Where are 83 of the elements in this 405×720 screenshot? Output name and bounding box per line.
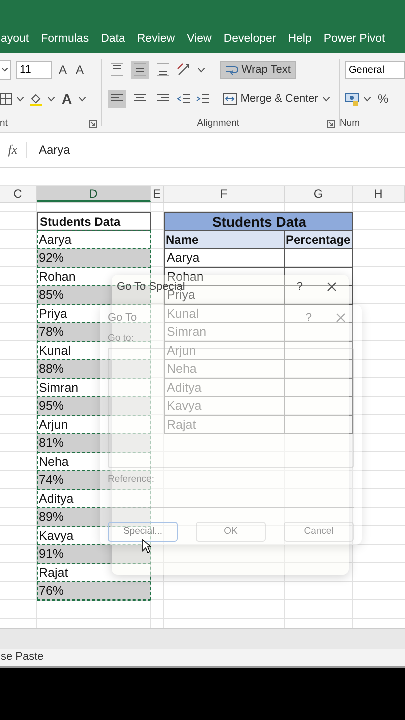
ribbon-tab[interactable]: Developer bbox=[224, 33, 276, 45]
table-cell bbox=[285, 342, 353, 360]
dialog-title: Go To bbox=[108, 312, 138, 324]
merge-cells-icon bbox=[222, 93, 237, 105]
insert-function-button[interactable]: fx bbox=[0, 142, 27, 158]
close-icon[interactable] bbox=[327, 282, 337, 292]
table-cell: Simran bbox=[164, 323, 285, 342]
increase-indent-icon[interactable] bbox=[196, 92, 210, 106]
decrease-font-button[interactable]: A bbox=[74, 63, 86, 77]
increase-font-button[interactable]: A bbox=[57, 63, 70, 77]
ribbon-tab[interactable]: Review bbox=[137, 33, 176, 45]
caret-icon[interactable] bbox=[198, 68, 205, 72]
ribbon-tab[interactable]: ayout bbox=[1, 33, 30, 45]
caret-icon bbox=[2, 68, 8, 72]
status-bar: se Paste bbox=[0, 649, 405, 668]
column-header[interactable]: D bbox=[37, 186, 151, 202]
wrap-text-button[interactable]: Wrap Text bbox=[220, 61, 296, 79]
caret-icon[interactable] bbox=[364, 96, 371, 102]
group-label: Num bbox=[340, 118, 360, 129]
field-label: Reference: bbox=[108, 474, 154, 485]
ribbon-tab[interactable]: Power Pivot bbox=[324, 33, 386, 45]
vertical-align-button[interactable] bbox=[130, 61, 149, 79]
align-lines-icon bbox=[156, 63, 170, 77]
column-header[interactable]: H bbox=[353, 186, 405, 202]
field-label: Go to: bbox=[108, 333, 134, 344]
number-format-dropdown[interactable]: General bbox=[345, 61, 405, 79]
font-size-dropdown[interactable]: 11 bbox=[16, 61, 52, 79]
caret-icon[interactable] bbox=[48, 96, 55, 102]
ribbon-tab[interactable]: Help bbox=[288, 33, 312, 45]
table-cell: 91% bbox=[37, 545, 151, 564]
table-cell: Aditya bbox=[164, 378, 285, 397]
table-title: Students Data bbox=[164, 212, 353, 230]
font-color-button[interactable]: A bbox=[60, 91, 74, 107]
group-label: Alignment bbox=[197, 118, 240, 129]
table-cell: 95% bbox=[37, 397, 151, 416]
font-name-dropdown[interactable] bbox=[0, 60, 11, 80]
column-header[interactable]: E bbox=[151, 186, 164, 202]
caret-icon[interactable] bbox=[323, 96, 330, 102]
table-cell bbox=[285, 378, 353, 397]
ribbon-tab[interactable]: Data bbox=[101, 33, 126, 45]
table-cell: Neha bbox=[164, 360, 285, 378]
column-header[interactable]: G bbox=[285, 186, 353, 202]
table-cell: 88% bbox=[37, 360, 151, 378]
table-cell: 76% bbox=[37, 582, 151, 600]
table-cell bbox=[285, 360, 353, 378]
decrease-indent-icon[interactable] bbox=[176, 92, 191, 106]
align-lines-icon bbox=[132, 63, 147, 77]
dialog-launcher-icon[interactable] bbox=[327, 120, 336, 128]
table-cell bbox=[285, 416, 353, 434]
table-cell bbox=[285, 397, 353, 416]
dialog-launcher-icon[interactable] bbox=[88, 120, 97, 128]
table-cell: Rajat bbox=[164, 416, 285, 434]
percent-style-button[interactable]: % bbox=[376, 92, 391, 106]
table-cell: Kunal bbox=[164, 304, 285, 323]
table-cell: Arjun bbox=[164, 342, 285, 360]
table-cell: Kavya bbox=[164, 397, 285, 416]
merge-and-center-button[interactable]: Merge & Center bbox=[222, 93, 318, 105]
wrap-text-icon bbox=[224, 64, 239, 76]
help-button[interactable]: ? bbox=[296, 281, 303, 293]
table-cell: Aarya bbox=[164, 249, 285, 268]
caret-icon[interactable] bbox=[17, 96, 24, 102]
table-cell: Students Data bbox=[37, 212, 151, 230]
group-label: nt bbox=[0, 118, 8, 129]
caret-icon[interactable] bbox=[79, 96, 86, 102]
table-cell bbox=[285, 304, 353, 323]
column-header[interactable]: F bbox=[164, 186, 285, 202]
table-cell: 81% bbox=[37, 434, 151, 452]
ribbon-tab[interactable]: Formulas bbox=[41, 33, 90, 45]
column-header-cell: Percentage bbox=[285, 230, 353, 249]
horizontal-align-button[interactable] bbox=[108, 90, 126, 108]
table-cell: 89% bbox=[37, 508, 151, 526]
formula-input[interactable]: Aarya bbox=[39, 143, 70, 157]
table-cell bbox=[285, 249, 353, 268]
align-lines-icon bbox=[110, 63, 124, 77]
borders-icon[interactable] bbox=[0, 93, 12, 105]
table-cell: 92% bbox=[37, 249, 151, 268]
paint-bucket-icon[interactable] bbox=[29, 92, 43, 106]
ribbon-tab[interactable]: View bbox=[187, 33, 212, 45]
table-cell bbox=[285, 323, 353, 342]
currency-icon[interactable] bbox=[345, 92, 359, 106]
mouse-pointer-icon bbox=[142, 539, 152, 554]
column-header-cell: Name bbox=[164, 230, 285, 249]
dialog-button[interactable]: Special... bbox=[108, 522, 178, 542]
